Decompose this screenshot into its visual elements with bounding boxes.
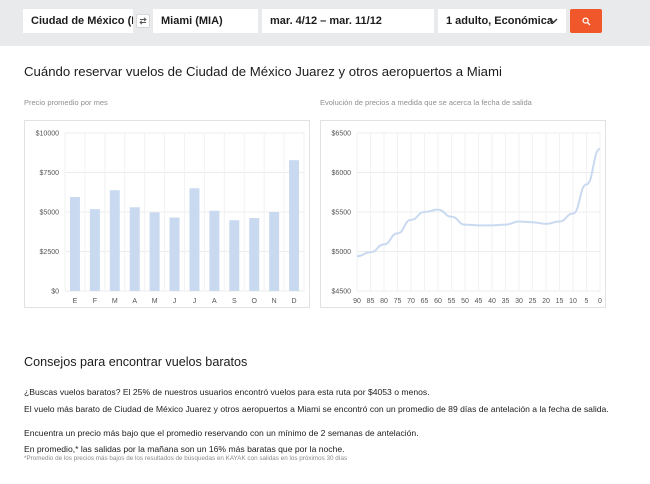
chevron-down-icon	[549, 9, 558, 33]
x-tick-label: 35	[502, 298, 510, 305]
x-tick-label: 60	[434, 298, 442, 305]
destination-field[interactable]: Miami (MIA)	[153, 9, 258, 33]
bar-A	[209, 210, 220, 291]
x-tick-label: 90	[353, 298, 361, 305]
passengers-value: 1 adulto, Económica	[446, 15, 553, 27]
page-title: Cuándo reservar vuelos de Ciudad de Méxi…	[24, 64, 502, 79]
footnote: *Promedio de los precios más bajos de lo…	[24, 455, 348, 462]
dates-value: mar. 4/12 – mar. 11/12	[270, 15, 382, 27]
swap-button[interactable]	[136, 14, 150, 28]
x-tick-label: 75	[394, 298, 402, 305]
x-tick-label: M	[112, 298, 118, 305]
x-tick-label: 0	[598, 298, 602, 305]
tip-3: Encuentra un precio más bajo que el prom…	[24, 428, 419, 438]
x-tick-label: 5	[585, 298, 589, 305]
search-button[interactable]	[570, 9, 602, 33]
trend-chart-title: Evolución de precios a medida que se ace…	[320, 98, 532, 107]
x-tick-label: N	[272, 298, 277, 305]
x-tick-label: D	[292, 298, 297, 305]
x-tick-label: 10	[569, 298, 577, 305]
y-tick-label: $6500	[332, 131, 352, 138]
x-tick-label: J	[173, 298, 177, 305]
x-tick-label: 50	[461, 298, 469, 305]
bar-N	[269, 212, 280, 291]
x-tick-label: 85	[367, 298, 375, 305]
bar-J	[169, 217, 180, 291]
price-trend-chart: $4500 $5000 $5500 $6000 $6500 90 85 80 75 70 65 60 5…	[320, 120, 606, 308]
y-tick-label: $4500	[332, 289, 352, 296]
bar-A	[129, 207, 140, 291]
bar-J	[189, 188, 200, 291]
y-tick-label: $7500	[40, 170, 60, 177]
x-tick-label: O	[251, 298, 257, 305]
x-tick-label: J	[193, 298, 197, 305]
passengers-field[interactable]: 1 adulto, Económica	[438, 9, 566, 33]
bar-M	[109, 190, 120, 291]
swap-icon	[139, 17, 147, 25]
bar-D	[289, 160, 300, 291]
y-tick-label: $0	[51, 289, 59, 296]
monthly-price-chart: $0 $2500 $5000 $7500 $10000 E F M A M J J A S O N D	[24, 120, 310, 308]
tips-heading: Consejos para encontrar vuelos baratos	[24, 355, 248, 369]
tip-2: El vuelo más barato de Ciudad de México …	[24, 404, 609, 414]
dates-field[interactable]: mar. 4/12 – mar. 11/12	[262, 9, 434, 33]
x-tick-label: S	[232, 298, 237, 305]
y-tick-label: $6000	[332, 170, 352, 177]
bar-F	[89, 209, 100, 291]
bar-S	[229, 220, 240, 291]
x-tick-label: 30	[515, 298, 523, 305]
y-tick-label: $2500	[40, 249, 60, 256]
monthly-chart-title: Precio promedio por mes	[24, 98, 108, 107]
x-tick-label: A	[212, 298, 217, 305]
origin-value: Ciudad de México (M	[31, 15, 133, 27]
x-tick-label: M	[152, 298, 158, 305]
x-tick-label: 15	[556, 298, 564, 305]
x-tick-label: 45	[475, 298, 483, 305]
x-tick-label: 65	[421, 298, 429, 305]
x-tick-label: 70	[407, 298, 415, 305]
x-tick-label: 25	[529, 298, 537, 305]
tip-4: En promedio,* las salidas por la mañana …	[24, 444, 345, 454]
y-tick-label: $10000	[36, 131, 59, 138]
x-tick-label: 20	[542, 298, 550, 305]
x-tick-label: E	[73, 298, 78, 305]
x-tick-label: F	[93, 298, 97, 305]
bar-M	[149, 212, 160, 291]
x-tick-label: 55	[448, 298, 456, 305]
origin-field[interactable]: Ciudad de México (M	[23, 9, 133, 33]
y-tick-label: $5000	[40, 210, 60, 217]
destination-value: Miami (MIA)	[161, 15, 223, 27]
y-tick-label: $5000	[332, 249, 352, 256]
x-tick-label: 80	[380, 298, 388, 305]
tip-1: ¿Buscas vuelos baratos? El 25% de nuestr…	[24, 387, 430, 397]
search-icon	[581, 16, 590, 25]
y-tick-label: $5500	[332, 210, 352, 217]
price-trend-chart-svg: $4500 $5000 $5500 $6000 $6500 90 85 80 75 70 65 60 5…	[332, 131, 603, 306]
bar-O	[249, 218, 260, 291]
search-bar: Ciudad de México (M Miami (MIA) mar. 4/1…	[0, 0, 650, 46]
x-tick-label: A	[132, 298, 137, 305]
bar-E	[69, 196, 80, 291]
monthly-price-chart-svg: $0 $2500 $5000 $7500 $10000 E F M A M J J A S O N D	[36, 131, 305, 305]
x-tick-label: 40	[488, 298, 496, 305]
